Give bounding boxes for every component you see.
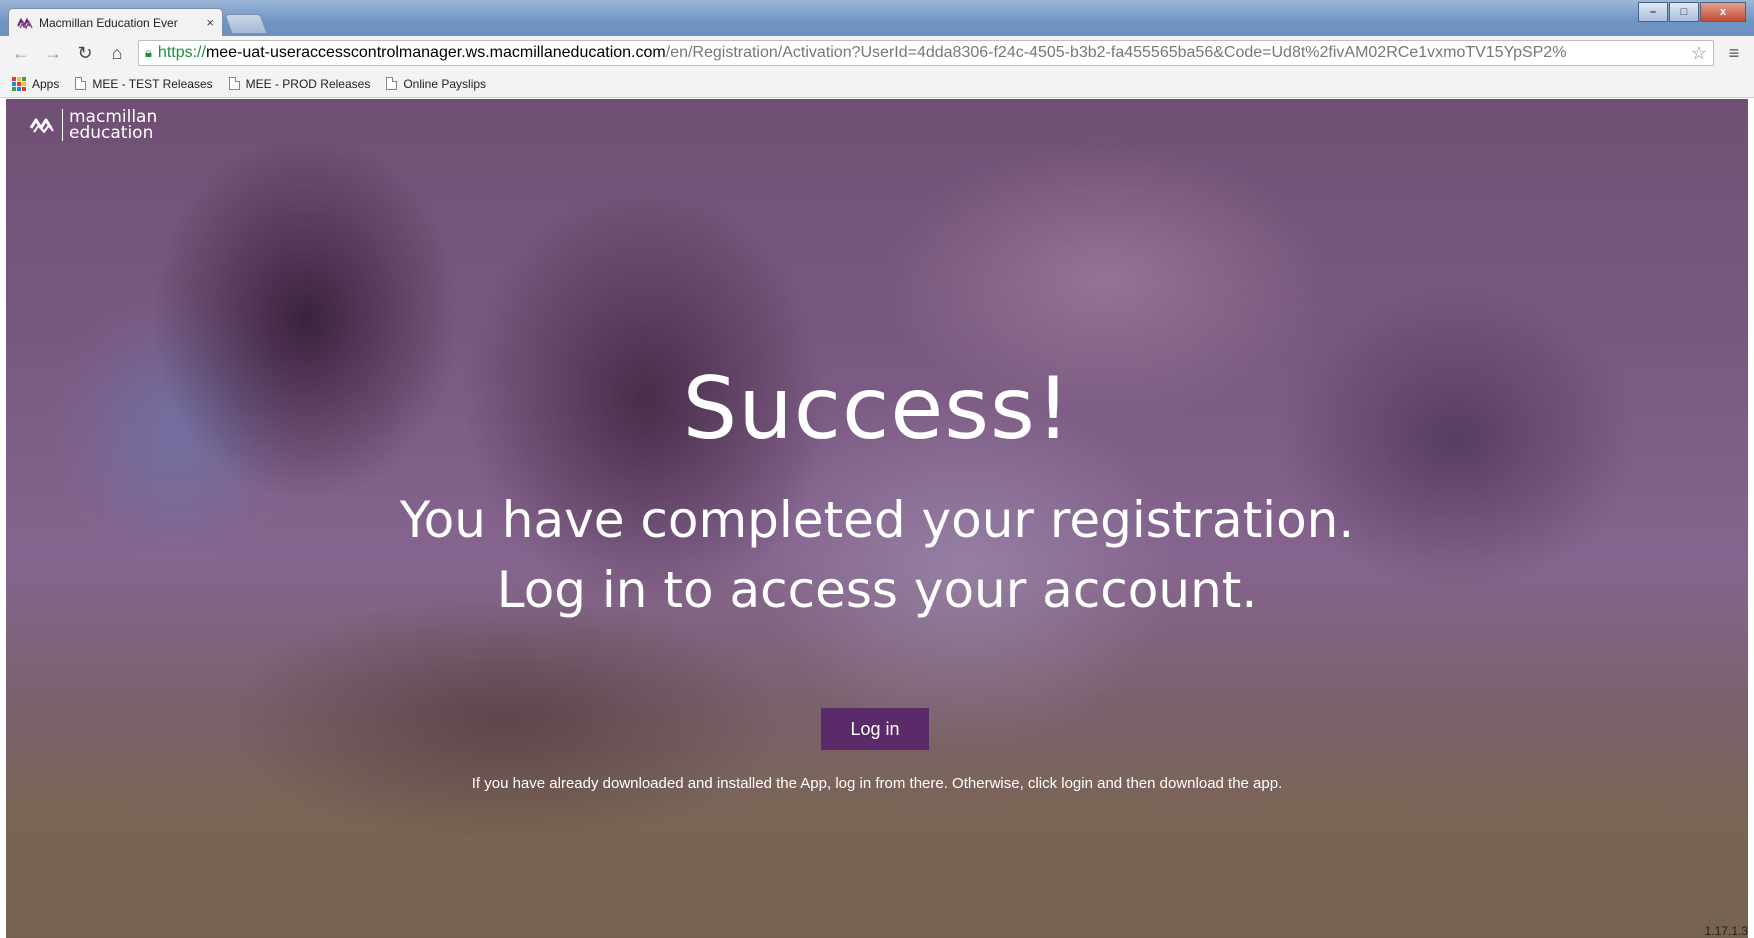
browser-toolbar: ← → ↻ ⌂ 🔒︎ https://mee-uat-useraccesscon… — [0, 36, 1754, 70]
page-icon — [386, 77, 398, 90]
version-label: 1.17.1.3 — [1704, 924, 1748, 938]
login-button[interactable]: Log in — [821, 708, 929, 750]
bookmark-label: Online Payslips — [403, 76, 487, 91]
maximize-button[interactable]: □ — [1669, 2, 1699, 22]
bookmark-online-payslips[interactable]: Online Payslips — [386, 77, 486, 91]
lock-icon: 🔒︎ — [145, 45, 152, 60]
forward-arrow-icon[interactable]: → — [42, 43, 64, 64]
close-window-button[interactable]: x — [1700, 2, 1746, 22]
bookmark-star-icon[interactable]: ☆ — [1691, 43, 1707, 64]
bookmark-apps[interactable]: Apps — [12, 76, 60, 91]
back-arrow-icon[interactable]: ← — [10, 43, 32, 64]
subtitle-login: Log in to access your account. — [496, 561, 1258, 619]
subtitle-completed: You have completed your registration. — [399, 491, 1355, 549]
url-host: mee-uat-useraccesscontrolmanager.ws.macm… — [205, 44, 666, 61]
home-icon[interactable]: ⌂ — [106, 43, 128, 64]
url-path: /en/Registration/Activation?UserId=4dda8… — [665, 44, 1567, 61]
apps-grid-icon — [12, 76, 26, 91]
url-text: https://mee-uat-useraccesscontrolmanager… — [158, 44, 1567, 62]
new-tab-button[interactable] — [224, 14, 268, 34]
page-icon — [75, 77, 87, 90]
browser-titlebar: Macmillan Education Ever × – □ x — [0, 0, 1754, 36]
bookmarks-bar: Apps MEE - TEST Releases MEE - PROD Rele… — [0, 70, 1754, 98]
reload-icon[interactable]: ↻ — [74, 43, 96, 64]
address-bar[interactable]: 🔒︎ https://mee-uat-useraccesscontrolmana… — [138, 40, 1714, 66]
success-panel: Success! You have completed your registr… — [6, 99, 1748, 938]
tab-close-icon[interactable]: × — [206, 15, 214, 30]
minimize-button[interactable]: – — [1638, 2, 1668, 22]
bookmark-test-releases[interactable]: MEE - TEST Releases — [75, 76, 213, 91]
bookmark-label: MEE - TEST Releases — [92, 76, 213, 91]
page-icon — [228, 77, 240, 90]
tab-title: Macmillan Education Ever — [39, 15, 178, 30]
bookmark-label: MEE - PROD Releases — [245, 76, 371, 91]
macmillan-favicon-icon — [17, 16, 33, 30]
url-scheme: https:// — [157, 44, 206, 61]
browser-tab[interactable]: Macmillan Education Ever × — [8, 8, 223, 36]
bookmark-label: Apps — [32, 76, 60, 91]
menu-icon[interactable]: ≡ — [1724, 43, 1744, 64]
window-controls: – □ x — [1638, 2, 1746, 22]
bookmark-prod-releases[interactable]: MEE - PROD Releases — [228, 76, 371, 91]
success-headline: Success! — [682, 359, 1072, 459]
page-background: macmillan education Success! You have co… — [6, 99, 1748, 938]
app-download-note: If you have already downloaded and insta… — [471, 775, 1283, 792]
